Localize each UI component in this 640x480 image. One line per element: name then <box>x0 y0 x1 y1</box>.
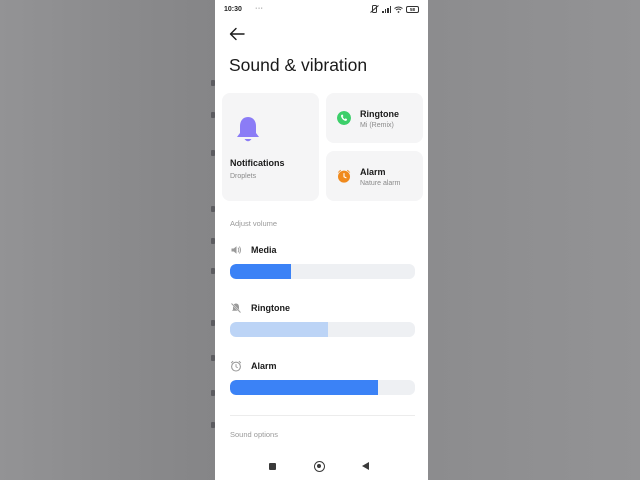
alarm-clock-icon <box>230 360 242 372</box>
speaker-icon <box>231 246 241 254</box>
ringtone-card[interactable]: Ringtone Mi (Remix) <box>326 93 423 143</box>
ringtone-title: Ringtone <box>360 109 399 119</box>
signal-icon <box>382 5 391 13</box>
ringtone-subtitle: Mi (Remix) <box>360 122 394 129</box>
notifications-title: Notifications <box>230 158 285 168</box>
wifi-icon <box>394 6 403 13</box>
notifications-card[interactable]: Notifications Droplets <box>222 93 319 201</box>
status-icons: 58 <box>370 5 419 13</box>
back-arrow-icon[interactable] <box>229 27 245 41</box>
background-right <box>428 0 640 480</box>
section-divider <box>230 415 415 416</box>
adjust-volume-label: Adjust volume <box>230 219 278 228</box>
ringtone-volume-slider[interactable] <box>230 322 415 337</box>
back-triangle-icon[interactable] <box>362 462 369 470</box>
media-volume-fill <box>230 264 292 279</box>
alarm-volume-label: Alarm <box>251 361 277 371</box>
phone-icon <box>337 111 351 125</box>
status-bar: 10:30 ··· 58 <box>215 0 428 20</box>
page-title: Sound & vibration <box>229 55 368 75</box>
recents-square-icon[interactable] <box>269 463 276 470</box>
background-left <box>0 0 215 480</box>
ringtone-volume-label: Ringtone <box>251 303 290 313</box>
media-volume-label: Media <box>251 245 277 255</box>
phone-screen: 10:30 ··· 58 Sound & vibration Notificat… <box>215 0 428 480</box>
alarm-clock-icon <box>337 169 351 183</box>
battery-icon: 58 <box>406 5 419 13</box>
sound-options-label: Sound options <box>230 430 278 439</box>
ringtone-volume-fill <box>230 322 329 337</box>
notifications-subtitle: Droplets <box>230 173 257 180</box>
alarm-volume-fill <box>230 380 378 395</box>
bell-muted-icon <box>230 302 242 314</box>
bell-icon <box>237 117 259 142</box>
vibrate-off-icon <box>370 5 379 13</box>
navigation-bar <box>215 455 428 480</box>
alarm-title: Alarm <box>360 167 386 177</box>
media-volume-slider[interactable] <box>230 264 415 279</box>
alarm-volume-slider[interactable] <box>230 380 415 395</box>
alarm-subtitle: Nature alarm <box>360 180 401 187</box>
status-time: 10:30 <box>224 6 242 13</box>
home-circle-icon[interactable] <box>314 461 325 472</box>
status-notification-dots: ··· <box>255 5 264 12</box>
alarm-card[interactable]: Alarm Nature alarm <box>326 151 423 201</box>
